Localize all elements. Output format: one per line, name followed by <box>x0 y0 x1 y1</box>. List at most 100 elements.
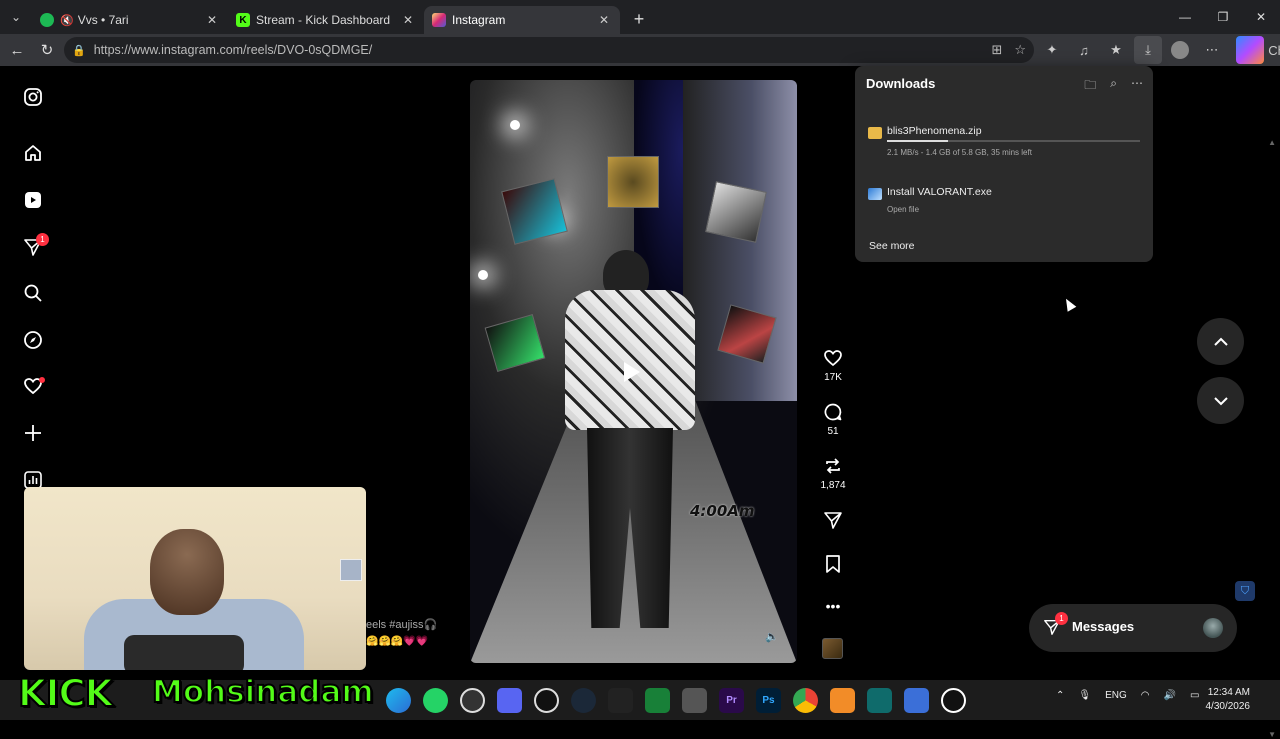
scroll-down-arrow[interactable]: ▼ <box>1268 730 1276 739</box>
favorites-icon[interactable]: ★ <box>1102 36 1130 64</box>
audio-thumbnail[interactable] <box>822 638 843 659</box>
street-light <box>510 120 520 130</box>
sticker-image <box>501 178 568 245</box>
tab-spotify[interactable]: 🔇 Vvs • 7ari ✕ <box>32 6 228 34</box>
copilot-chat-button[interactable]: Chat <box>1230 36 1280 64</box>
chrome-icon[interactable] <box>793 688 818 713</box>
open-file-link[interactable]: Open file <box>887 205 919 214</box>
tab-instagram[interactable]: Instagram ✕ <box>424 6 620 34</box>
instagram-logo-icon[interactable] <box>22 86 44 108</box>
chevron-up-icon <box>1213 337 1228 346</box>
discord-icon[interactable] <box>497 688 522 713</box>
search-icon[interactable]: ⌕ <box>1110 76 1117 97</box>
paint-icon[interactable] <box>904 688 929 713</box>
person-pants <box>587 428 673 628</box>
obs-icon[interactable] <box>460 688 485 713</box>
exe-icon <box>868 188 882 200</box>
repost-action[interactable]: 1,874 <box>812 456 854 491</box>
taskbar-clock[interactable]: 12:34 AM 4/30/2026 <box>1206 686 1251 714</box>
wifi-icon[interactable]: ◠ <box>1141 690 1150 701</box>
downloads-icon[interactable]: ⤓ <box>1134 36 1162 64</box>
microphone-icon[interactable]: 🎙 <box>1078 690 1091 701</box>
person-jacket <box>565 290 695 430</box>
back-button[interactable]: ← <box>2 35 32 65</box>
previous-reel-button[interactable] <box>1197 318 1244 365</box>
home-icon[interactable] <box>22 142 44 164</box>
chevron-up-icon[interactable]: ⌃ <box>1056 690 1064 701</box>
close-icon[interactable]: ✕ <box>400 13 416 27</box>
share-action[interactable] <box>812 510 854 530</box>
tab-strip: ⌄ 🔇 Vvs • 7ari ✕ K Stream - Kick Dashboa… <box>0 0 1280 34</box>
gamepad-icon[interactable] <box>682 688 707 713</box>
reel-caption: eels #aujiss🎧 <box>366 619 438 631</box>
more-options-action[interactable]: ••• <box>812 596 854 616</box>
download-item[interactable]: Install VALORANT.exe Open file <box>868 186 1140 220</box>
close-icon[interactable]: ✕ <box>204 13 220 27</box>
comment-icon <box>824 403 842 421</box>
photoshop-icon[interactable]: Ps <box>756 688 781 713</box>
steam-icon[interactable] <box>571 688 596 713</box>
restore-button[interactable]: ❐ <box>1204 0 1242 34</box>
whatsapp-icon[interactable] <box>423 688 448 713</box>
save-action[interactable] <box>812 554 854 574</box>
more-dots-icon[interactable]: ⋯ <box>1131 76 1143 97</box>
more-menu-icon[interactable]: ⋯ <box>1198 36 1226 64</box>
create-plus-icon[interactable] <box>22 422 44 444</box>
address-bar-row: ← ↻ 🔒 https://www.instagram.com/reels/DV… <box>0 34 1280 66</box>
url-bar[interactable]: 🔒 https://www.instagram.com/reels/DVO-0s… <box>64 37 1034 63</box>
next-reel-button[interactable] <box>1197 377 1244 424</box>
close-icon[interactable]: ✕ <box>596 13 612 27</box>
close-window-button[interactable]: ✕ <box>1242 0 1280 34</box>
epic-games-icon[interactable] <box>608 688 633 713</box>
favorite-star-icon[interactable]: ☆ <box>1014 42 1026 58</box>
wall-frame <box>340 559 362 581</box>
messages-button[interactable]: 1 Messages <box>1029 604 1237 652</box>
capcut-icon[interactable] <box>867 688 892 713</box>
tab-title: Stream - Kick Dashboard <box>256 13 391 27</box>
see-more-button[interactable]: See more <box>869 240 915 252</box>
taskbar-apps: Pr Ps <box>386 688 966 713</box>
premiere-icon[interactable]: Pr <box>719 688 744 713</box>
fl-studio-icon[interactable] <box>830 688 855 713</box>
bookmark-icon <box>826 555 840 573</box>
battery-icon[interactable]: ▭ <box>1190 690 1199 701</box>
download-filename: Install VALORANT.exe <box>887 186 992 198</box>
extensions-icon[interactable]: ✦ <box>1038 36 1066 64</box>
tab-search-button[interactable]: ⌄ <box>0 0 32 34</box>
settings-icon[interactable] <box>941 688 966 713</box>
reload-button[interactable]: ↻ <box>32 35 62 65</box>
rockstar-icon[interactable] <box>534 688 559 713</box>
profile-avatar[interactable] <box>1171 41 1189 59</box>
language-indicator[interactable]: ENG <box>1105 690 1127 701</box>
play-icon[interactable] <box>624 362 640 382</box>
volume-icon[interactable]: 🔈 <box>765 630 779 643</box>
tab-kick-dashboard[interactable]: K Stream - Kick Dashboard ✕ <box>228 6 424 34</box>
download-item[interactable]: blis3Phenomena.zip 2.1 MB/s - 1.4 GB of … <box>868 125 1140 161</box>
browser-toolbar: ✦ ♫ ★ ⤓ ⋯ Chat <box>1038 34 1280 66</box>
reels-icon[interactable] <box>22 189 44 211</box>
clock-time: 12:34 AM <box>1207 687 1250 698</box>
media-icon[interactable]: ♫ <box>1070 36 1098 64</box>
speaker-icon[interactable]: 🔊 <box>1164 690 1176 701</box>
explore-compass-icon[interactable] <box>22 329 44 351</box>
open-folder-icon[interactable]: 🗀 <box>1084 76 1096 97</box>
person-walking <box>565 250 695 640</box>
new-tab-button[interactable]: + <box>624 5 654 33</box>
site-info-icon[interactable]: 🔒 <box>72 44 86 57</box>
like-action[interactable]: 17K <box>812 348 854 383</box>
chat-label: Chat <box>1268 42 1280 58</box>
shield-icon[interactable]: ⛉ <box>1235 581 1255 601</box>
tab-title: Instagram <box>452 13 506 27</box>
scroll-up-arrow[interactable]: ▲ <box>1268 138 1276 147</box>
muted-speaker-icon[interactable]: 🔇 <box>60 14 74 27</box>
edge-icon[interactable] <box>386 688 411 713</box>
reel-video[interactable]: 4:00Am 🔈 <box>470 80 797 663</box>
spotify-icon <box>40 13 54 27</box>
search-icon[interactable] <box>22 282 44 304</box>
download-progress <box>887 140 1140 142</box>
minimize-button[interactable]: — <box>1166 0 1204 34</box>
apps-icon[interactable]: ⊞ <box>991 42 1002 58</box>
clock-date: 4/30/2026 <box>1205 701 1251 712</box>
comment-action[interactable]: 51 <box>812 402 854 437</box>
sheets-icon[interactable] <box>645 688 670 713</box>
